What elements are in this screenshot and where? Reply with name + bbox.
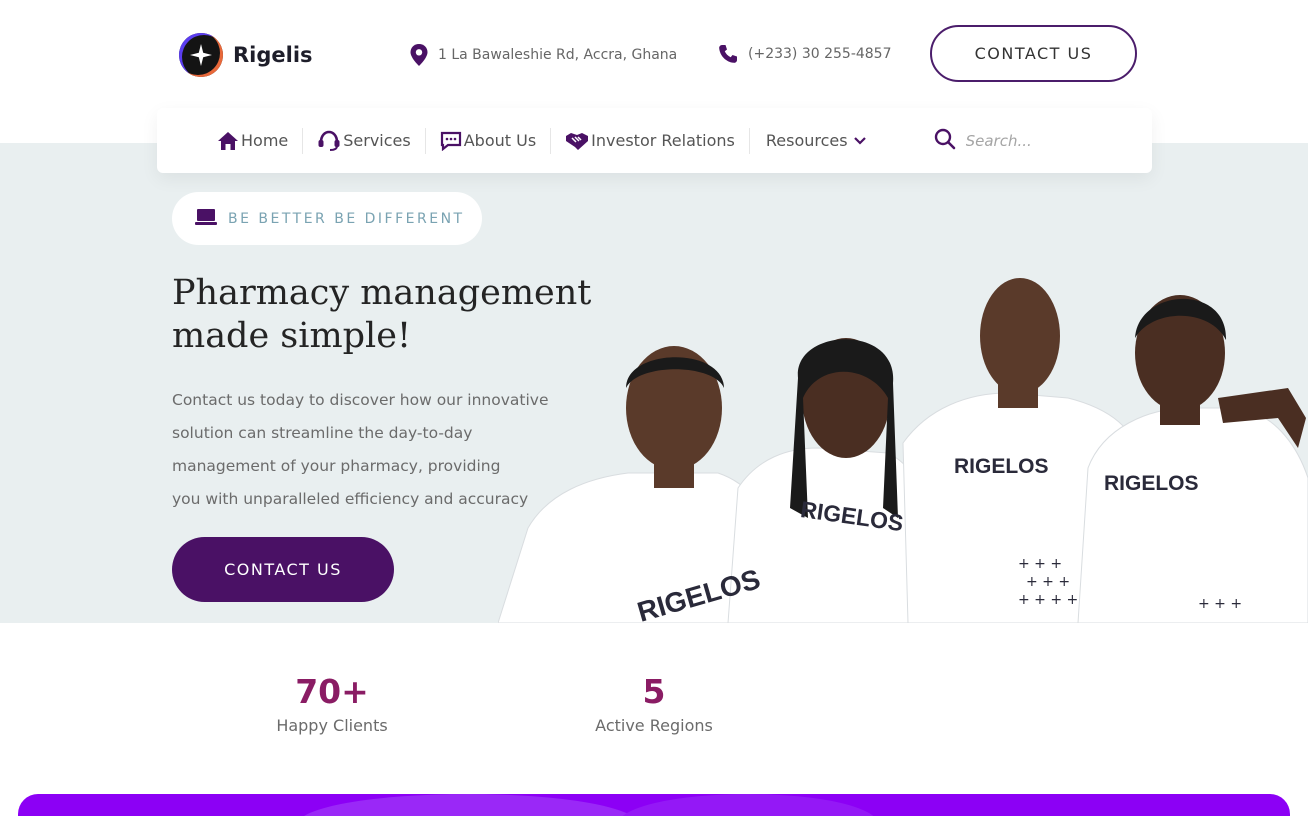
nav-divider — [302, 127, 304, 154]
stat-active-regions: 5 Active Regions — [584, 670, 724, 735]
phone-icon — [719, 45, 737, 63]
nav-item-services[interactable]: Services — [309, 126, 418, 156]
team-photo: RIGELOS RIGELOS RIGELOS RIGELOS + + + + … — [498, 268, 1308, 623]
laptop-icon — [194, 208, 218, 230]
nav-item-resources[interactable]: Resources — [758, 126, 874, 156]
svg-text:+ + +: + + + — [1018, 556, 1062, 572]
stat-label: Happy Clients — [276, 716, 388, 735]
home-icon — [217, 131, 239, 151]
address-info: 1 La Bawaleshie Rd, Accra, Ghana — [410, 44, 677, 66]
svg-text:+ + +: + + + — [1026, 574, 1070, 590]
stat-label: Active Regions — [595, 716, 713, 735]
brand-logo[interactable]: Rigelis — [179, 33, 313, 77]
hero-contact-button[interactable]: CONTACT US — [172, 537, 394, 602]
chat-icon — [440, 131, 462, 151]
nav-label-home: Home — [241, 131, 289, 150]
tagline-text: BE BETTER BE DIFFERENT — [228, 210, 465, 227]
phone-info: (+233) 30 255-4857 — [718, 44, 892, 64]
hero-desc-line: you with unparalleled efficiency and acc… — [172, 490, 529, 508]
nav-divider — [550, 127, 552, 154]
nav-item-about[interactable]: About Us — [432, 126, 544, 156]
top-bar: Rigelis 1 La Bawaleshie Rd, Accra, Ghana… — [0, 0, 1308, 108]
hero-desc-line: Contact us today to discover how our inn… — [172, 391, 549, 409]
hero-desc-line: management of your pharmacy, providing — [172, 457, 501, 475]
phone-text: (+233) 30 255-4857 — [748, 46, 892, 62]
nav-divider — [748, 127, 750, 154]
banner-decor — [618, 794, 878, 816]
nav-search — [934, 128, 1086, 154]
shirt-logo: RIGELOS — [954, 455, 1049, 478]
search-input[interactable] — [965, 131, 1086, 150]
bottom-banner — [18, 794, 1290, 816]
handshake-icon — [565, 131, 589, 151]
star-badge-icon — [179, 33, 223, 77]
shirt-logo: RIGELOS — [1104, 472, 1199, 495]
banner-decor — [298, 794, 638, 816]
nav-label-about: About Us — [463, 131, 537, 150]
location-pin-icon — [410, 44, 428, 66]
main-nav: Home Services About Us Investor Relation… — [157, 108, 1152, 173]
tagline-pill: BE BETTER BE DIFFERENT — [172, 192, 482, 245]
svg-text:+ + +: + + + — [1198, 596, 1242, 612]
stat-happy-clients: 70+ Happy Clients — [262, 670, 402, 735]
nav-label-resources: Resources — [765, 131, 848, 150]
stat-value: 5 — [642, 672, 666, 711]
stat-value: 70+ — [295, 672, 369, 711]
hero-title-line: made simple! — [172, 316, 412, 356]
hero-desc-line: solution can streamline the day-to-day — [172, 424, 473, 442]
address-text: 1 La Bawaleshie Rd, Accra, Ghana — [438, 47, 678, 63]
svg-text:+ + + +: + + + + — [1018, 592, 1078, 608]
nav-item-home[interactable]: Home — [209, 126, 296, 156]
brand-name: Rigelis — [233, 43, 313, 67]
header-contact-button[interactable]: CONTACT US — [930, 25, 1137, 82]
nav-label-investor-relations: Investor Relations — [591, 131, 735, 150]
nav-divider — [424, 127, 426, 154]
chevron-down-icon — [853, 136, 866, 145]
headset-icon — [317, 130, 341, 152]
search-icon[interactable] — [934, 128, 956, 154]
nav-label-services: Services — [343, 131, 411, 150]
nav-item-investor-relations[interactable]: Investor Relations — [557, 126, 743, 156]
